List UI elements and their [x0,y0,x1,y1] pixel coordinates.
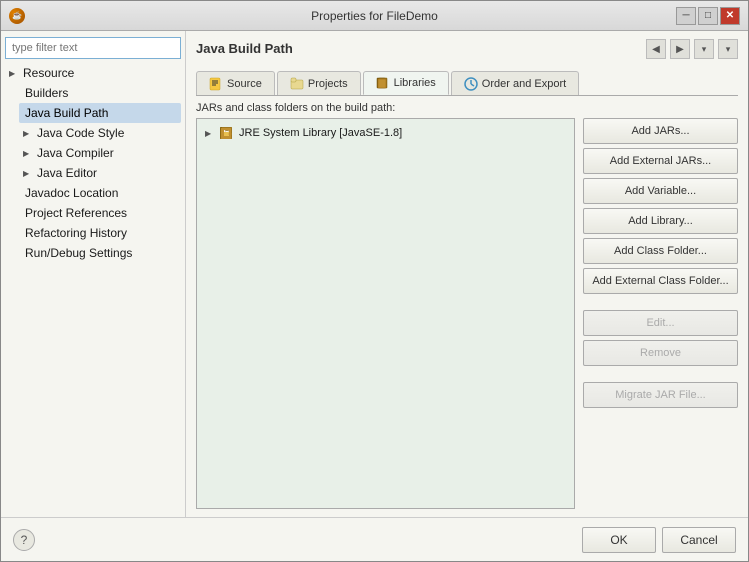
tab-order-export-label: Order and Export [482,78,566,90]
sidebar-item-resource[interactable]: ▶ Resource [5,63,181,83]
window-title: Properties for FileDemo [311,9,438,23]
title-bar: ☕ Properties for FileDemo ─ □ ✕ [1,1,748,31]
sidebar-item-builders[interactable]: Builders [19,83,181,103]
tab-projects[interactable]: Projects [277,71,361,95]
description-text: JARs and class folders on the build path… [196,102,738,114]
cancel-button[interactable]: Cancel [662,527,736,553]
sidebar-item-label: Run/Debug Settings [25,246,132,260]
edit-button[interactable]: Edit... [583,310,738,336]
add-class-folder-button[interactable]: Add Class Folder... [583,238,738,264]
window-body: ▶ Resource Builders Java Build Path ▶ Ja… [1,31,748,561]
tab-order-export[interactable]: Order and Export [451,71,579,95]
btn-spacer-2 [583,370,738,378]
projects-icon [290,77,304,91]
app-icon: ☕ [9,8,25,24]
sidebar-indent: Builders Java Build Path ▶ Java Code Sty… [19,83,181,263]
main-area: ▶ Resource Builders Java Build Path ▶ Ja… [1,31,748,517]
sidebar-item-java-editor[interactable]: ▶ Java Editor [19,163,181,183]
build-path-buttons: Add JARs... Add External JARs... Add Var… [583,118,738,509]
options-dropdown[interactable]: ▾ [718,39,738,59]
sidebar-item-label: Java Editor [37,166,97,180]
history-dropdown[interactable]: ▾ [694,39,714,59]
expand-arrow-icon: ▶ [9,69,19,78]
bottom-bar: ? OK Cancel [1,517,748,561]
sidebar-item-label: Javadoc Location [25,186,118,200]
library-list[interactable]: ▶ [196,118,575,509]
sidebar-item-refactoring-history[interactable]: Refactoring History [19,223,181,243]
add-external-class-folder-button[interactable]: Add External Class Folder... [583,268,738,294]
sidebar-item-run-debug-settings[interactable]: Run/Debug Settings [19,243,181,263]
sidebar-item-label: Builders [25,86,68,100]
source-icon [209,77,223,91]
add-library-button[interactable]: Add Library... [583,208,738,234]
add-variable-button[interactable]: Add Variable... [583,178,738,204]
tab-libraries-label: Libraries [394,77,436,89]
expand-arrow-icon: ▶ [23,149,33,158]
migrate-jar-button[interactable]: Migrate JAR File... [583,382,738,408]
tab-source[interactable]: Source [196,71,275,95]
title-bar-controls: ─ □ ✕ [676,7,740,25]
dialog-buttons: OK Cancel [582,527,736,553]
tab-libraries[interactable]: Libraries [363,71,449,95]
tab-source-label: Source [227,78,262,90]
forward-button[interactable]: ▶ [670,39,690,59]
tab-bar: Source Projects [196,71,738,96]
title-bar-left: ☕ [9,8,25,24]
sidebar-item-label: Refactoring History [25,226,127,240]
list-item[interactable]: ▶ [201,123,570,143]
build-path-area: ▶ [196,118,738,509]
add-external-jars-button[interactable]: Add External JARs... [583,148,738,174]
filter-input[interactable] [5,37,181,59]
sidebar-item-java-compiler[interactable]: ▶ Java Compiler [19,143,181,163]
add-jars-button[interactable]: Add JARs... [583,118,738,144]
close-button[interactable]: ✕ [720,7,740,25]
sidebar-item-java-code-style[interactable]: ▶ Java Code Style [19,123,181,143]
build-path-left: ▶ [196,118,575,509]
back-button[interactable]: ◀ [646,39,666,59]
sidebar-item-project-references[interactable]: Project References [19,203,181,223]
remove-button[interactable]: Remove [583,340,738,366]
expand-arrow-icon: ▶ [23,169,33,178]
sidebar: ▶ Resource Builders Java Build Path ▶ Ja… [1,31,186,517]
ok-button[interactable]: OK [582,527,656,553]
libraries-icon [376,76,390,90]
order-icon [464,77,478,91]
content-area: Java Build Path ◀ ▶ ▾ ▾ [186,31,748,517]
expand-arrow-icon: ▶ [205,129,215,138]
sidebar-item-java-build-path[interactable]: Java Build Path [19,103,181,123]
content-title: Java Build Path [196,41,293,56]
sidebar-item-label: Resource [23,66,74,80]
help-button[interactable]: ? [13,529,35,551]
expand-arrow-icon: ▶ [23,129,33,138]
main-window: ☕ Properties for FileDemo ─ □ ✕ ▶ Resour… [0,0,749,562]
tab-projects-label: Projects [308,78,348,90]
sidebar-item-label: Project References [25,206,127,220]
sidebar-item-label: Java Compiler [37,146,114,160]
minimize-button[interactable]: ─ [676,7,696,25]
sidebar-item-label: Java Build Path [25,106,108,120]
sidebar-item-label: Java Code Style [37,126,124,140]
content-toolbar: ◀ ▶ ▾ ▾ [646,39,738,59]
maximize-button[interactable]: □ [698,7,718,25]
btn-spacer [583,298,738,306]
lib-item-label: JRE System Library [JavaSE-1.8] [239,127,402,139]
jre-icon [219,125,235,141]
sidebar-item-javadoc-location[interactable]: Javadoc Location [19,183,181,203]
